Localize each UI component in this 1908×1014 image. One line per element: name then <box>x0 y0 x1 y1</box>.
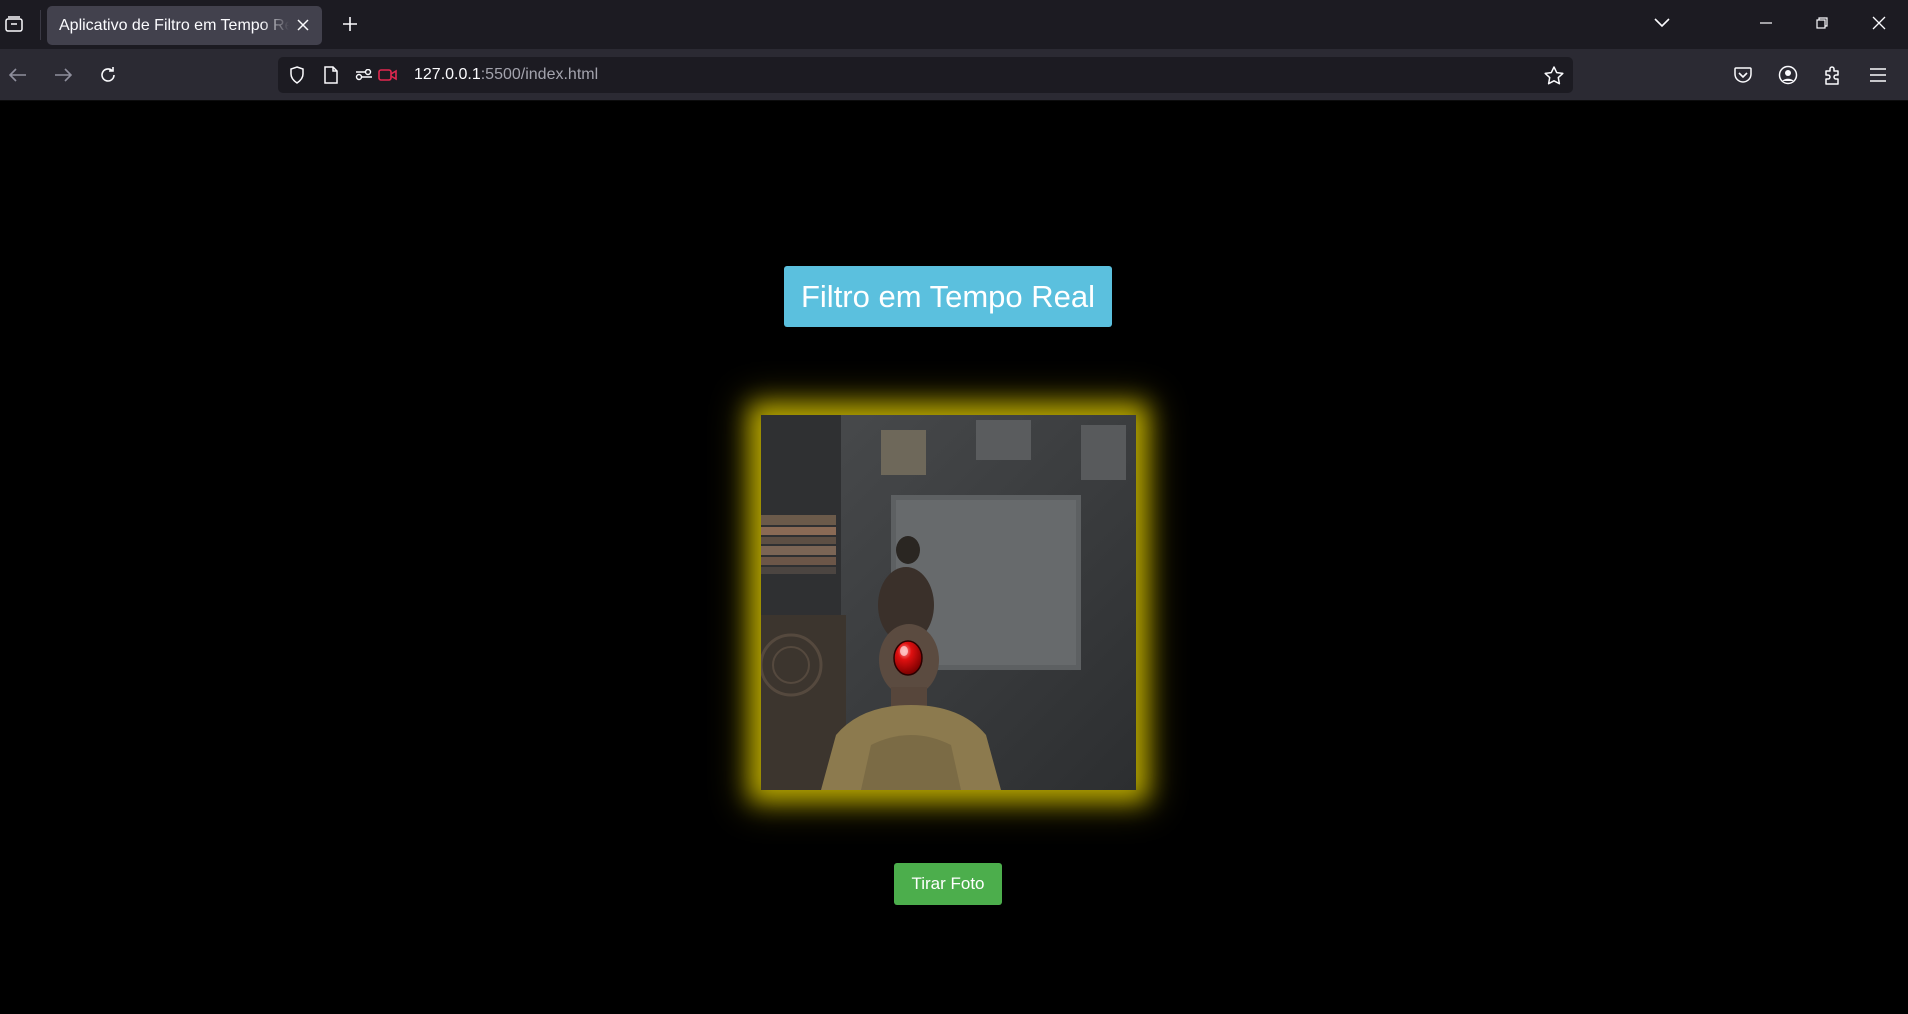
account-icon[interactable] <box>1773 60 1803 90</box>
firefox-view-icon[interactable] <box>0 10 28 38</box>
page-content: Filtro em Tempo Real Tirar Foto <box>0 102 1908 1014</box>
webcam-image <box>761 415 1136 790</box>
tab-bar: Aplicativo de Filtro em Tempo Real <box>0 0 1908 49</box>
url-path: :5500/index.html <box>480 66 599 83</box>
permissions-icon[interactable] <box>353 65 375 85</box>
restore-icon[interactable] <box>1806 8 1838 38</box>
tab-active[interactable]: Aplicativo de Filtro em Tempo Real <box>47 6 322 45</box>
bookmark-star-icon[interactable] <box>1543 65 1565 85</box>
nav-bar: 127.0.0.1:5500/index.html <box>0 49 1908 101</box>
camera-video-feed <box>761 415 1136 790</box>
page-icon[interactable] <box>320 65 342 85</box>
new-tab-button[interactable] <box>336 10 364 38</box>
back-arrow-icon[interactable] <box>3 60 33 90</box>
forward-arrow-icon[interactable] <box>48 60 78 90</box>
url-bar[interactable]: 127.0.0.1:5500/index.html <box>278 57 1573 93</box>
camera-sharing-icon[interactable] <box>377 65 399 85</box>
plus-icon <box>343 17 357 31</box>
tab-title: Aplicativo de Filtro em Tempo Real <box>59 16 289 34</box>
url-text[interactable]: 127.0.0.1:5500/index.html <box>414 66 598 84</box>
tab-list-chevron-icon[interactable] <box>1646 8 1678 38</box>
take-photo-button[interactable]: Tirar Foto <box>894 863 1002 905</box>
shield-icon[interactable] <box>286 65 308 85</box>
tab-separator <box>40 10 41 40</box>
close-icon[interactable] <box>294 16 312 34</box>
url-host: 127.0.0.1 <box>414 66 481 83</box>
menu-icon[interactable] <box>1863 60 1893 90</box>
extensions-icon[interactable] <box>1818 60 1848 90</box>
pocket-icon[interactable] <box>1728 60 1758 90</box>
minimize-icon[interactable] <box>1750 8 1782 38</box>
reload-icon[interactable] <box>93 60 123 90</box>
page-title: Filtro em Tempo Real <box>784 266 1112 327</box>
window-close-icon[interactable] <box>1863 8 1895 38</box>
